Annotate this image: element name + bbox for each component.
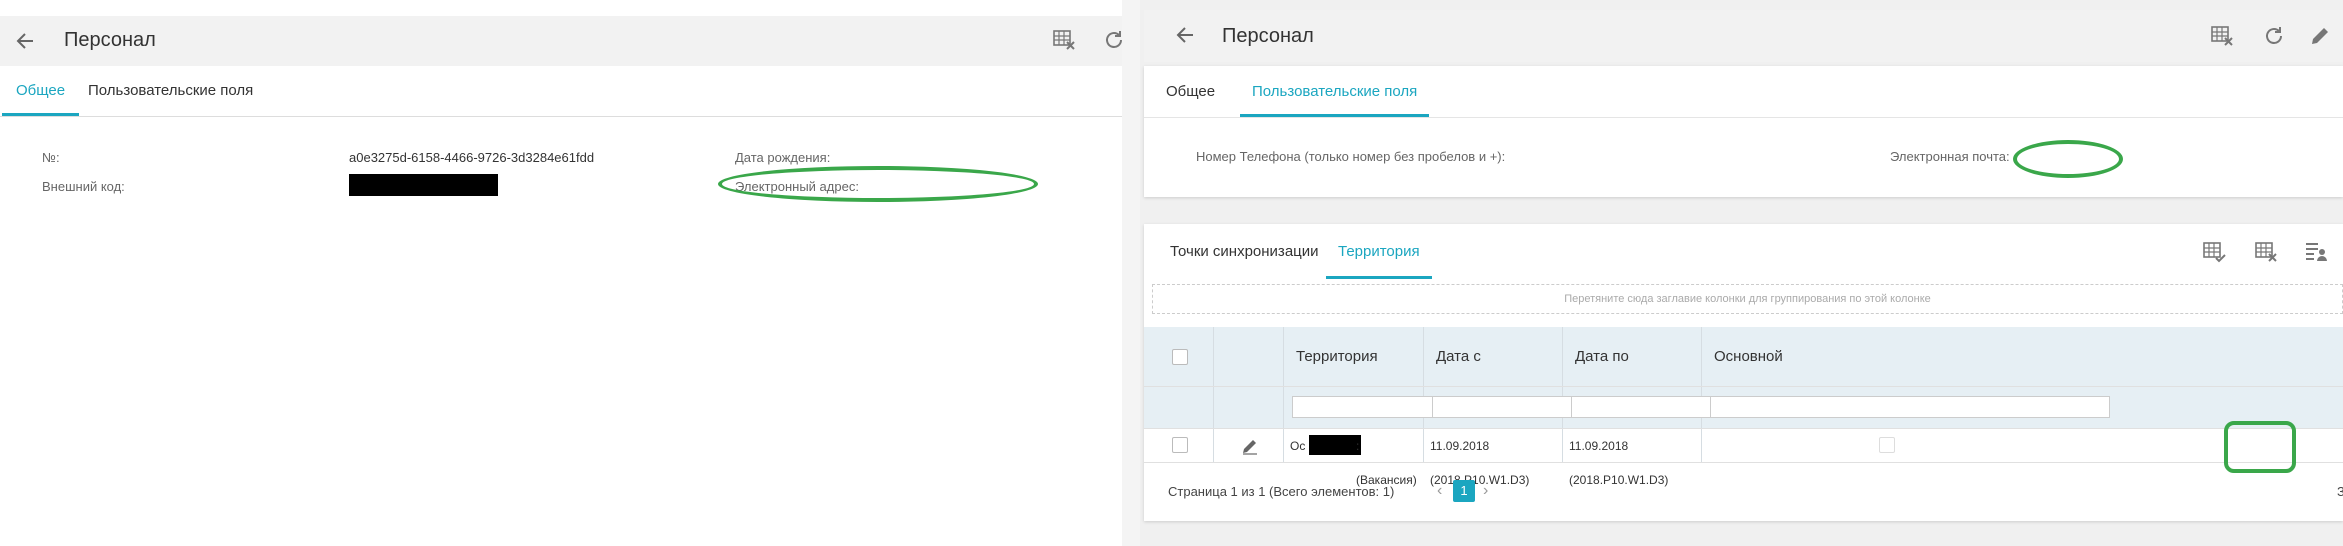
refresh-icon[interactable] [1102, 28, 1122, 52]
edit-icon[interactable] [1240, 436, 1260, 456]
pager: Страница 1 из 1 (Всего элементов: 1) ‹ 1… [1144, 470, 2343, 514]
territory-grid-card: Точки синхронизации Территория Перетянит… [1144, 224, 2343, 521]
chevron-left-icon[interactable]: ‹ [1437, 482, 1442, 500]
refresh-icon[interactable] [2262, 24, 2286, 48]
filter-date-from-cell [1424, 387, 1620, 428]
back-arrow-icon[interactable] [14, 30, 36, 52]
tab-custom-fields[interactable]: Пользовательские поля [74, 66, 267, 116]
page-button-current[interactable]: 1 [1453, 480, 1475, 502]
grid-header-row: Территория Дата с Дата по Основной [1144, 327, 2343, 387]
grid-user-icon[interactable] [2304, 240, 2328, 264]
main-filter-input[interactable] [1710, 396, 2110, 418]
email-label: Электронная почта: [1890, 149, 2010, 164]
date-from-cell: 11.09.2018 (2018.P10.W1.D3) [1424, 429, 1563, 487]
date-to-cell: 11.09.2018 (2018.P10.W1.D3) [1563, 429, 1702, 487]
left-tabs: Общее Пользовательские поля [0, 66, 1122, 117]
column-header-date-from[interactable]: Дата с [1424, 327, 1563, 386]
highlight-email-ellipse [718, 166, 1038, 202]
group-by-area[interactable]: Перетяните сюда заглавие колонки для гру… [1152, 284, 2343, 314]
phone-label: Номер Телефона (только номер без пробело… [1196, 149, 1506, 164]
grid-filter-row [1144, 387, 2343, 429]
chevron-right-icon[interactable]: › [1483, 482, 1488, 500]
external-code-label: Внешний код: [42, 179, 125, 194]
header-select-cell [1144, 327, 1214, 386]
highlight-email-ellipse [2013, 140, 2123, 178]
left-header: Персонал [0, 16, 1122, 66]
pager-trailing-text: За [2337, 484, 2343, 499]
row-edit-cell [1214, 429, 1284, 462]
top-tabs: Общее Пользовательские поля [1144, 66, 2343, 118]
filter-date-to-cell [1563, 387, 1759, 428]
main-checkbox[interactable] [1879, 437, 1895, 453]
page-info: Страница 1 из 1 (Всего элементов: 1) [1168, 484, 1395, 499]
redacted-external-code [349, 174, 498, 196]
edit-icon[interactable] [2308, 24, 2332, 48]
number-value: a0e3275d-6158-4466-9726-3d3284e61fdd [349, 150, 595, 165]
territory-cell: Ос : (Вакансия) [1284, 429, 1424, 487]
column-header-territory[interactable]: Территория [1284, 327, 1424, 386]
header-edit-cell [1214, 327, 1284, 386]
tab-custom-fields[interactable]: Пользовательские поля [1240, 66, 1430, 117]
tab-general[interactable]: Общее [1154, 66, 1227, 117]
column-header-main[interactable]: Основной [1702, 327, 2343, 386]
highlight-main-checkbox [2224, 421, 2296, 473]
grid-clear-icon[interactable] [2254, 240, 2278, 264]
left-panel: Персонал Общее Пользовательские поля №: … [0, 0, 1122, 546]
page-title: Персонал [1222, 25, 1314, 47]
custom-fields-card: Общее Пользовательские поля Номер Телефо… [1144, 66, 2343, 197]
row-checkbox[interactable] [1172, 437, 1188, 453]
row-select-cell [1144, 429, 1214, 462]
redacted-territory [1309, 435, 1361, 455]
tab-sync-points[interactable]: Точки синхронизации [1158, 224, 1331, 279]
filter-territory-cell [1284, 387, 1484, 428]
divider [1122, 0, 1140, 546]
filter-select-cell [1144, 387, 1214, 428]
right-panel: Персонал Общее Пользовательские поля Ном… [1140, 0, 2343, 546]
grid-clear-icon[interactable] [1052, 28, 1076, 52]
table-row[interactable]: Ос : (Вакансия) 11.09.2018 (2018.P10.W1.… [1144, 429, 2343, 487]
birth-date-label: Дата рождения: [735, 150, 831, 165]
right-header: Персонал [1144, 10, 2343, 62]
filter-edit-cell [1214, 387, 1284, 428]
back-arrow-icon[interactable] [1174, 24, 1196, 46]
column-header-date-to[interactable]: Дата по [1563, 327, 1702, 386]
grid-clear-icon[interactable] [2210, 24, 2234, 48]
grid-check-icon[interactable] [2202, 240, 2226, 264]
number-label: №: [42, 150, 60, 165]
select-all-checkbox[interactable] [1172, 349, 1188, 365]
tab-territory[interactable]: Территория [1326, 224, 1432, 279]
grid-tabs: Точки синхронизации Территория [1144, 224, 2343, 280]
page-title: Персонал [64, 29, 156, 51]
tab-general[interactable]: Общее [2, 66, 80, 116]
